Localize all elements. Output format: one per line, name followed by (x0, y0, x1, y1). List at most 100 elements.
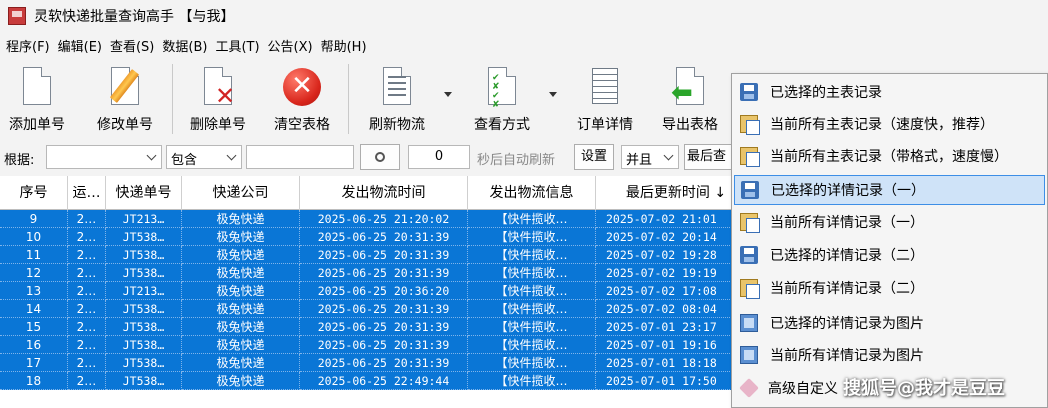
column-header-tracking[interactable]: 快递单号 (106, 176, 182, 210)
context-menu-item[interactable]: 当前所有主表记录（速度快，推荐） (734, 109, 1045, 139)
table-cell-c2: 2… (68, 210, 106, 228)
app-logo-icon (8, 7, 26, 25)
chevron-down-icon (146, 150, 157, 161)
context-menu-item[interactable]: 当前所有主表记录（带格式，速度慢） (734, 141, 1045, 171)
table-cell-seq: 10 (0, 228, 68, 246)
context-menu-item[interactable]: 已选择的主表记录 (734, 77, 1045, 107)
table-cell-seq: 14 (0, 300, 68, 318)
column-header-c2[interactable]: 运… (68, 176, 106, 210)
menu-data[interactable]: 数据(B) (160, 36, 213, 55)
table-cell-info: 【快件揽收… (468, 318, 596, 336)
table-cell-sent_time: 2025-06-25 21:20:02 (300, 210, 468, 228)
refresh-logistics-button[interactable]: 刷新物流 (360, 58, 434, 140)
table-cell-seq: 13 (0, 282, 68, 300)
table-cell-sent_time: 2025-06-25 20:31:39 (300, 354, 468, 372)
table-cell-tracking: JT538… (106, 264, 182, 282)
delete-document-icon: ✕ (195, 64, 241, 110)
table-cell-info: 【快件揽收… (468, 300, 596, 318)
view-mode-dropdown-arrow-icon[interactable] (549, 92, 557, 97)
copy-icon (740, 279, 760, 299)
new-document-icon (14, 64, 60, 110)
context-menu-item[interactable]: 当前所有详情记录（一） (734, 207, 1045, 237)
context-menu-item[interactable]: 当前所有详情记录为图片 (734, 340, 1045, 370)
context-menu-item[interactable]: 已选择的详情记录（一） (734, 175, 1045, 205)
match-mode-select[interactable]: 包含 (166, 145, 242, 169)
settings-button[interactable]: 设置 (574, 144, 614, 170)
context-menu-item-label: 高级自定义 (768, 381, 838, 397)
export-arrow-icon: ⬅ (667, 64, 713, 110)
copy-icon (740, 115, 760, 135)
add-tracking-button[interactable]: 添加单号 (4, 58, 70, 140)
keyword-input[interactable] (246, 145, 354, 169)
table-cell-info: 【快件揽收… (468, 246, 596, 264)
table-cell-c2: 2… (68, 282, 106, 300)
table-cell-info: 【快件揽收… (468, 354, 596, 372)
column-header-sent-time[interactable]: 发出物流时间 (300, 176, 468, 210)
context-menu-item[interactable]: 已选择的详情记录（二） (734, 240, 1045, 270)
toolbar-divider (172, 64, 173, 134)
table-cell-seq: 9 (0, 210, 68, 228)
auto-refresh-seconds-input[interactable]: 0 (408, 145, 470, 169)
table-cell-sent_time: 2025-06-25 20:31:39 (300, 228, 468, 246)
table-cell-c2: 2… (68, 336, 106, 354)
context-menu-item[interactable]: 已选择的详情记录为图片 (734, 308, 1045, 338)
table-cell-sent_time: 2025-06-25 20:36:20 (300, 282, 468, 300)
checklist-icon: ✔ ✘ ✔ ✘ (479, 64, 525, 110)
auto-refresh-label: 秒后自动刷新 (477, 153, 556, 168)
context-menu-item[interactable]: 当前所有详情记录（二） (734, 273, 1045, 303)
toolbar-divider (348, 64, 349, 134)
table-cell-c2: 2… (68, 318, 106, 336)
export-table-button[interactable]: ⬅ 导出表格 (654, 58, 726, 140)
table-cell-c2: 2… (68, 300, 106, 318)
chevron-down-icon (226, 150, 237, 161)
context-menu-item-label: 当前所有主表记录（带格式，速度慢） (770, 149, 1008, 165)
table-cell-company: 极兔快递 (182, 228, 300, 246)
clear-red-x-icon: ✕ (279, 64, 325, 110)
table-cell-tracking: JT538… (106, 228, 182, 246)
clear-table-button[interactable]: ✕ 清空表格 (266, 58, 338, 140)
menu-bar: 程序(F) 编辑(E) 查看(S) 数据(B) 工具(T) 公告(X) 帮助(H… (0, 32, 1048, 58)
copy-icon (740, 213, 760, 233)
table-cell-sent_time: 2025-06-25 20:31:39 (300, 246, 468, 264)
table-cell-seq: 16 (0, 336, 68, 354)
export-context-menu: 已选择的主表记录当前所有主表记录（速度快，推荐） 当前所有主表记录（带格式，速度慢… (731, 73, 1048, 408)
table-cell-company: 极兔快递 (182, 210, 300, 228)
column-header-company[interactable]: 快递公司 (182, 176, 300, 210)
menu-edit[interactable]: 编辑(E) (56, 36, 108, 55)
table-cell-info: 【快件揽收… (468, 282, 596, 300)
column-header-seq[interactable]: 序号 (0, 176, 68, 210)
last-query-button[interactable]: 最后查 (684, 144, 734, 170)
table-cell-c2: 2… (68, 246, 106, 264)
menu-program[interactable]: 程序(F) (4, 36, 56, 55)
watermark: 搜狐号@我才是豆豆 (843, 378, 1005, 399)
menu-view[interactable]: 查看(S) (108, 36, 160, 55)
basis-select[interactable] (46, 145, 162, 169)
delete-tracking-button[interactable]: ✕ 删除单号 (183, 58, 253, 140)
table-cell-company: 极兔快递 (182, 354, 300, 372)
table-cell-c2: 2… (68, 228, 106, 246)
logic-select[interactable]: 并且 (621, 145, 679, 169)
table-cell-tracking: JT538… (106, 318, 182, 336)
table-cell-seq: 17 (0, 354, 68, 372)
basis-label: 根据: (4, 153, 35, 168)
context-menu-item-label: 已选择的详情记录（二） (770, 248, 924, 264)
picture-icon (740, 346, 758, 364)
table-cell-tracking: JT538… (106, 354, 182, 372)
save-icon (740, 83, 758, 101)
table-cell-company: 极兔快递 (182, 264, 300, 282)
column-header-info[interactable]: 发出物流信息 (468, 176, 596, 210)
table-cell-info: 【快件揽收… (468, 372, 596, 390)
view-mode-button[interactable]: ✔ ✘ ✔ ✘ 查看方式 (466, 58, 538, 140)
table-cell-sent_time: 2025-06-25 20:31:39 (300, 336, 468, 354)
menu-notice[interactable]: 公告(X) (266, 36, 319, 55)
edit-tracking-button[interactable]: 修改单号 (90, 58, 160, 140)
order-detail-button[interactable]: 订单详情 (570, 58, 640, 140)
table-cell-info: 【快件揽收… (468, 228, 596, 246)
refresh-dropdown-arrow-icon[interactable] (444, 92, 452, 97)
context-menu-item-label: 当前所有主表记录（速度快，推荐） (770, 117, 994, 133)
menu-help[interactable]: 帮助(H) (319, 36, 373, 55)
menu-tools[interactable]: 工具(T) (213, 36, 265, 55)
context-menu-item-label: 已选择的详情记录为图片 (770, 316, 924, 332)
search-button[interactable] (360, 144, 400, 170)
refresh-list-icon (374, 64, 420, 110)
